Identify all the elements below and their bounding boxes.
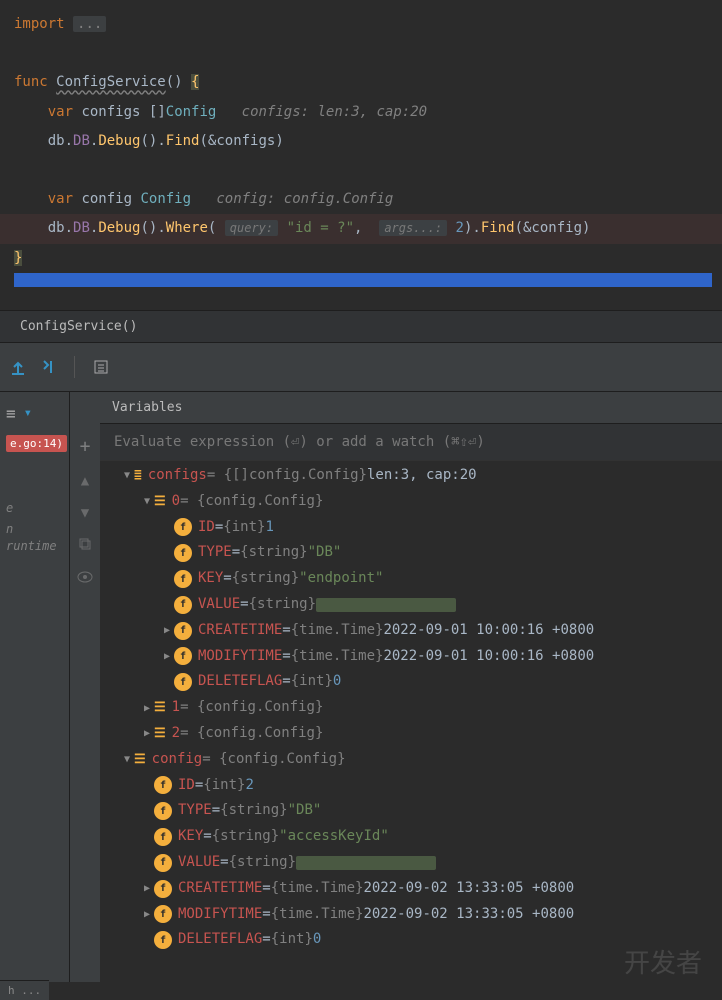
field-icon: f — [154, 802, 172, 820]
expand-arrow[interactable] — [140, 880, 154, 897]
field-icon: f — [174, 647, 192, 665]
tree-row-idx2[interactable]: ☰2 = {config.Config} — [100, 721, 722, 747]
fold-dots[interactable]: ... — [73, 16, 106, 32]
expand-arrow[interactable] — [160, 648, 174, 665]
field-icon: f — [154, 905, 172, 923]
field-icon: f — [174, 570, 192, 588]
arrow-down-icon[interactable]: ▼ — [81, 505, 89, 521]
expand-arrow[interactable] — [140, 700, 154, 717]
code-line[interactable]: var config Config config: config.Config — [0, 185, 722, 214]
keyword-import: import — [14, 16, 65, 32]
expand-arrow[interactable] — [120, 467, 134, 484]
variables-panel: Variables Evaluate expression (⏎) or add… — [100, 392, 722, 982]
tree-row-field[interactable]: fMODIFYTIME = {time.Time} 2022-09-02 13:… — [100, 902, 722, 928]
field-icon: f — [174, 518, 192, 536]
slice-icon: ≣ — [134, 465, 142, 487]
tree-row-field[interactable]: fID = {int} 2 — [100, 773, 722, 799]
tree-row-idx0[interactable]: ☰0 = {config.Config} — [100, 489, 722, 515]
tree-row-field[interactable]: fCREATETIME = {time.Time} 2022-09-01 10:… — [100, 618, 722, 644]
field-icon: f — [154, 854, 172, 872]
arrow-up-icon[interactable]: ▲ — [81, 473, 89, 489]
side-toolbar: + ▲ ▼ — [70, 392, 100, 982]
tree-row-configs[interactable]: ≣configs = {[]config.Config} len:3, cap:… — [100, 463, 722, 489]
redacted-value — [296, 856, 436, 870]
tree-row-field[interactable]: fMODIFYTIME = {time.Time} 2022-09-01 10:… — [100, 644, 722, 670]
frame-badge[interactable]: e.go:14) — [6, 435, 67, 452]
tree-row-field[interactable]: fCREATETIME = {time.Time} 2022-09-02 13:… — [100, 876, 722, 902]
code-line-current[interactable]: db.DB.Debug().Where( query: "id = ?", ar… — [0, 214, 722, 243]
brace-close: } — [14, 250, 22, 266]
tree-row-idx1[interactable]: ☰1 = {config.Config} — [100, 695, 722, 721]
debug-panel: ≡ ▾ e.go:14) e n runtime + ▲ ▼ Variables… — [0, 392, 722, 982]
struct-icon: ☰ — [134, 749, 146, 771]
copy-icon[interactable] — [78, 537, 92, 555]
keyword-func: func — [14, 74, 48, 90]
field-icon: f — [154, 776, 172, 794]
variables-header: Variables — [100, 392, 722, 424]
field-icon: f — [154, 828, 172, 846]
tree-row-field[interactable]: fVALUE = {string} — [100, 592, 722, 618]
status-bar: h ... — [0, 980, 49, 1000]
calculator-icon[interactable] — [93, 359, 109, 375]
code-line[interactable]: var configs []Config configs: len:3, cap… — [0, 98, 722, 127]
field-icon: f — [174, 544, 192, 562]
tree-row-field[interactable]: fDELETEFLAG = {int} 0 — [100, 927, 722, 953]
expand-arrow[interactable] — [140, 906, 154, 923]
tree-row-field[interactable]: fKEY = {string} "accessKeyId" — [100, 824, 722, 850]
code-line[interactable]: db.DB.Debug().Find(&configs) — [0, 127, 722, 156]
tree-row-field[interactable]: fKEY = {string} "endpoint" — [100, 566, 722, 592]
eye-icon[interactable] — [77, 571, 93, 587]
frame-text: e — [0, 498, 69, 519]
variables-tree[interactable]: ≣configs = {[]config.Config} len:3, cap:… — [100, 461, 722, 982]
param-hint: args...: — [379, 220, 447, 236]
selection-bar[interactable] — [14, 273, 712, 287]
redacted-value — [316, 598, 456, 612]
tree-row-field[interactable]: fVALUE = {string} — [100, 850, 722, 876]
code-line[interactable] — [0, 156, 722, 185]
tree-row-field[interactable]: fTYPE = {string} "DB" — [100, 540, 722, 566]
param-hint: query: — [225, 220, 278, 236]
expand-arrow[interactable] — [140, 493, 154, 510]
filter-icon[interactable]: ▾ — [24, 405, 32, 421]
field-icon: f — [174, 596, 192, 614]
tree-row-field[interactable]: fDELETEFLAG = {int} 0 — [100, 669, 722, 695]
code-editor[interactable]: import ... func ConfigService() { var co… — [0, 0, 722, 310]
step-out-icon[interactable] — [10, 359, 26, 375]
expand-arrow[interactable] — [160, 622, 174, 639]
field-icon: f — [174, 622, 192, 640]
field-icon: f — [154, 880, 172, 898]
frames-gutter[interactable]: ≡ ▾ e.go:14) e n runtime — [0, 392, 70, 982]
code-line[interactable]: import ... — [0, 10, 722, 39]
add-icon[interactable]: + — [80, 436, 91, 457]
struct-icon: ☰ — [154, 491, 166, 513]
code-line[interactable]: } — [0, 244, 722, 273]
frame-text: n runtime — [0, 519, 69, 557]
run-to-cursor-icon[interactable] — [40, 359, 56, 375]
inline-hint: config: config.Config — [216, 191, 393, 207]
tree-row-field[interactable]: fID = {int} 1 — [100, 515, 722, 541]
debug-toolbar — [0, 342, 722, 392]
breadcrumb[interactable]: ConfigService() — [0, 310, 722, 342]
tree-row-config[interactable]: ☰config = {config.Config} — [100, 747, 722, 773]
expand-arrow[interactable] — [140, 725, 154, 742]
tree-row-field[interactable]: fTYPE = {string} "DB" — [100, 798, 722, 824]
expand-arrow[interactable] — [120, 751, 134, 768]
struct-icon: ☰ — [154, 697, 166, 719]
inline-hint: configs: len:3, cap:20 — [242, 104, 427, 120]
evaluate-input[interactable]: Evaluate expression (⏎) or add a watch (… — [100, 424, 722, 461]
menu-icon[interactable]: ≡ — [6, 404, 16, 423]
func-name: ConfigService — [56, 74, 166, 90]
code-line[interactable]: func ConfigService() { — [0, 68, 722, 97]
brace-open: { — [191, 74, 199, 90]
separator — [74, 356, 75, 378]
field-icon: f — [174, 673, 192, 691]
code-line[interactable] — [0, 39, 722, 68]
field-icon: f — [154, 931, 172, 949]
struct-icon: ☰ — [154, 723, 166, 745]
